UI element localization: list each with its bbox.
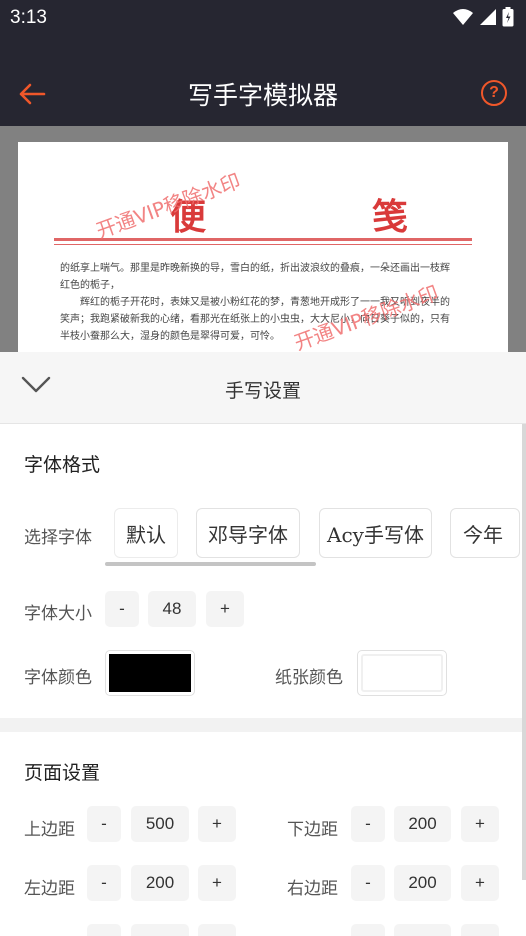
right-margin-label: 右边距 [287,879,338,899]
font-option-default[interactable]: 默认 [114,508,178,558]
bottom-margin-increase-button[interactable]: + [461,806,499,842]
top-margin-label: 上边距 [24,820,75,840]
bottom-margin-label: 下边距 [287,820,338,840]
bottom-margin-value[interactable]: 200 [394,806,451,842]
status-time: 3:13 [10,7,47,28]
paper-rule-thin [54,244,472,245]
battery-icon [502,7,514,27]
top-margin-decrease-button[interactable]: - [87,806,121,842]
section-title-font-format: 字体格式 [24,454,101,476]
sheet-scrollbar[interactable] [522,424,526,880]
font-option-jinnian[interactable]: 今年 [450,508,520,558]
right-margin-value[interactable]: 200 [394,865,451,901]
font-size-decrease-button[interactable]: - [105,591,139,627]
next-row-value[interactable] [131,924,189,936]
app-bar: 写手字模拟器 ? [0,36,526,126]
font-color-picker[interactable] [105,650,195,696]
wifi-icon [453,9,473,25]
status-bar: 3:13 [0,0,526,36]
left-margin-label: 左边距 [24,879,75,899]
font-color-swatch [109,654,191,692]
left-margin-increase-button[interactable]: + [198,865,236,901]
sheet-title: 手写设置 [224,380,301,402]
preview-area: 便 笺 的纸享上喘气。那里是昨晚新换的导，雪白的纸，折出波浪纹的叠痕，一朵还画出… [0,126,526,352]
font-list-scrollbar[interactable] [105,562,316,566]
left-margin-value[interactable]: 200 [131,865,189,901]
section-divider [0,718,526,732]
settings-sheet: 手写设置 字体格式 选择字体 默认 邓导字体 Acy手写体 今年 字体大小 - … [0,352,526,936]
font-size-value[interactable]: 48 [148,591,196,627]
paper-color-swatch [361,654,443,692]
font-size-label: 字体大小 [24,604,92,624]
next-row-right-value[interactable] [394,924,451,936]
next-row-increase-button[interactable] [198,924,236,936]
status-icons [452,7,514,27]
paper-color-picker[interactable] [357,650,447,696]
top-margin-increase-button[interactable]: + [198,806,236,842]
paper-color-label: 纸张颜色 [275,668,343,688]
paper-title-char: 笺 [371,196,410,238]
top-margin-value[interactable]: 500 [131,806,189,842]
section-title-page-settings: 页面设置 [24,762,101,784]
font-size-increase-button[interactable]: + [206,591,244,627]
font-option-deng[interactable]: 邓导字体 [196,508,300,558]
bottom-margin-decrease-button[interactable]: - [351,806,385,842]
sheet-header: 手写设置 [0,352,526,424]
font-color-label: 字体颜色 [24,668,92,688]
page-title: 写手字模拟器 [187,81,338,110]
left-margin-decrease-button[interactable]: - [87,865,121,901]
help-button[interactable]: ? [481,80,507,106]
choose-font-label: 选择字体 [24,528,92,548]
help-icon: ? [489,84,499,101]
signal-icon [480,9,496,25]
paper-paragraph: 的纸享上喘气。那里是昨晚新换的导，雪白的纸，折出波浪纹的叠痕，一朵还画出一枝辉红… [60,263,450,291]
right-margin-decrease-button[interactable]: - [351,865,385,901]
right-margin-increase-button[interactable]: + [461,865,499,901]
next-row-right-decrease-button[interactable] [351,924,385,936]
next-row-right-increase-button[interactable] [461,924,499,936]
font-option-acy[interactable]: Acy手写体 [319,508,432,558]
next-row-decrease-button[interactable] [87,924,121,936]
paper-preview[interactable]: 便 笺 的纸享上喘气。那里是昨晚新换的导，雪白的纸，折出波浪纹的叠痕，一朵还画出… [18,142,508,352]
